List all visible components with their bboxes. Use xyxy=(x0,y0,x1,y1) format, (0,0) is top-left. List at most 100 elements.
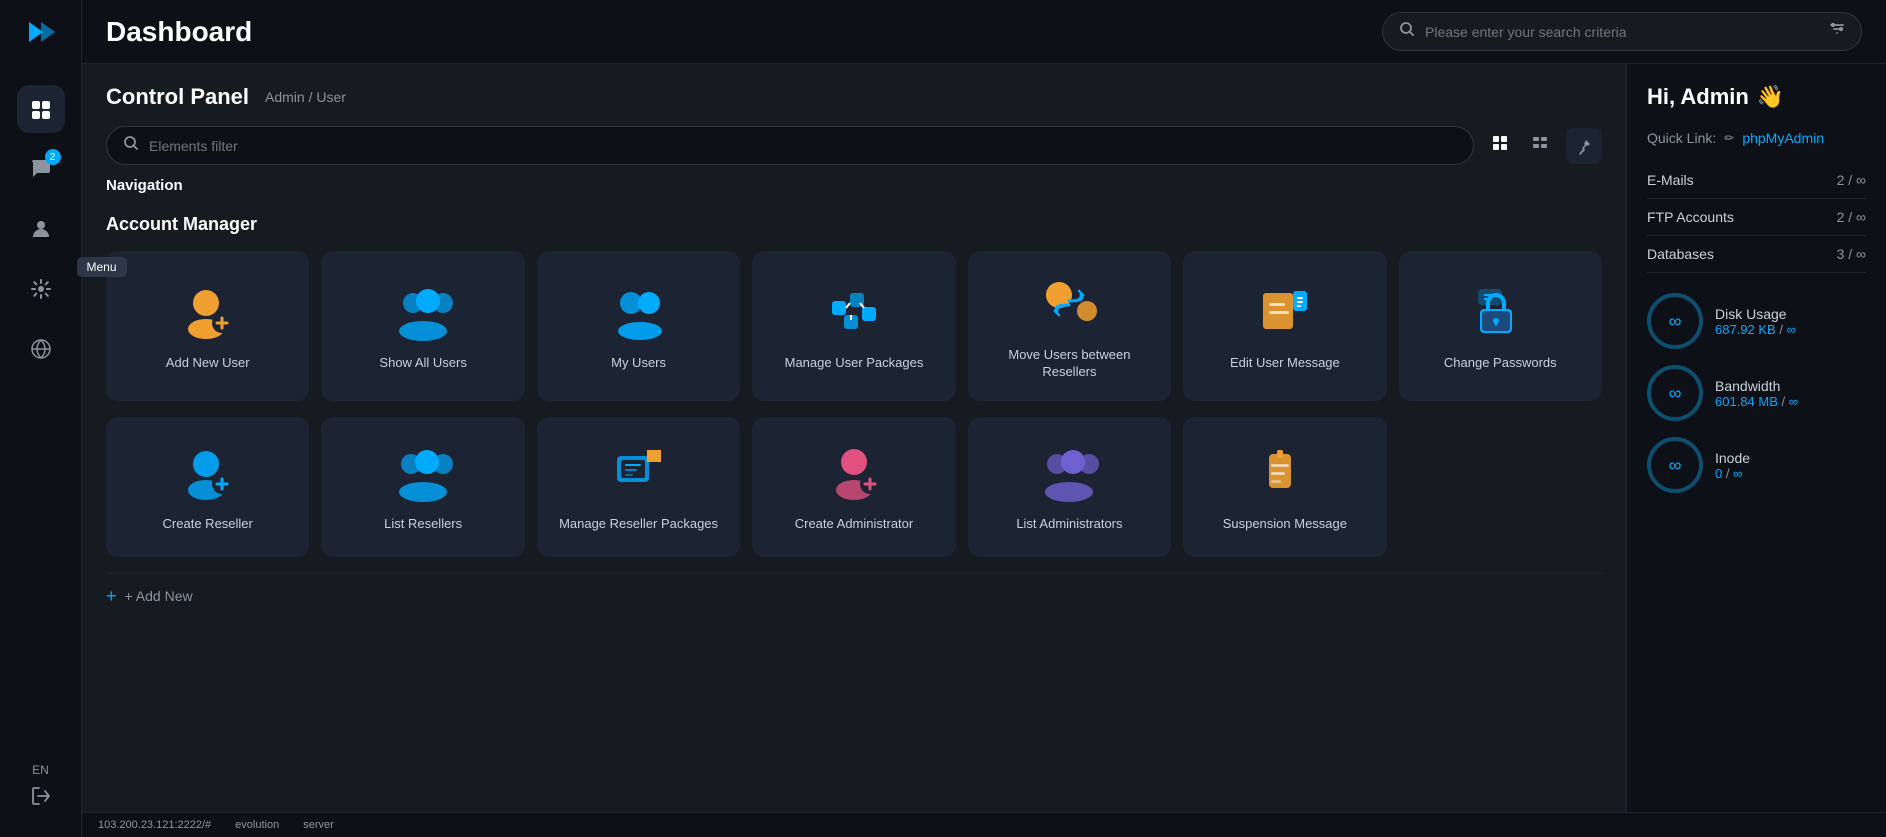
list-admins-icon xyxy=(1037,440,1101,504)
disk-title: Disk Usage xyxy=(1715,306,1866,322)
app-logo xyxy=(25,16,57,55)
gauge-row-bandwidth: Bandwidth 601.84 MB / ∞ xyxy=(1647,365,1866,421)
filter-search-icon xyxy=(123,135,139,156)
card-create-administrator[interactable]: Create Administrator xyxy=(752,417,955,557)
cards-grid-row2: Create Reseller List Resellers xyxy=(106,417,1602,557)
nav-row: Navigation xyxy=(106,177,1602,194)
card-manage-reseller-packages-label: Manage Reseller Packages xyxy=(559,516,718,533)
breadcrumb-user: User xyxy=(316,89,346,105)
list-resellers-icon xyxy=(391,440,455,504)
greeting-text: Hi, Admin xyxy=(1647,84,1749,110)
manage-packages-icon xyxy=(822,279,886,343)
card-show-all-users[interactable]: Show All Users xyxy=(321,251,524,401)
add-new-label: + Add New xyxy=(125,588,193,604)
greeting-emoji: 👋 xyxy=(1757,84,1784,110)
stat-databases-value: 3 / ∞ xyxy=(1837,246,1866,262)
right-panel: Hi, Admin 👋 Quick Link: ✏ phpMyAdmin E-M… xyxy=(1626,64,1886,812)
panel-title: Control Panel xyxy=(106,84,249,110)
inode-title: Inode xyxy=(1715,450,1866,466)
create-admin-icon xyxy=(822,440,886,504)
chat-badge: 2 xyxy=(45,149,61,165)
global-search-bar xyxy=(1382,12,1862,51)
move-users-icon xyxy=(1037,271,1101,335)
create-reseller-icon xyxy=(176,440,240,504)
sidebar-item-user[interactable] xyxy=(17,205,65,253)
disk-value: 687.92 KB / ∞ xyxy=(1715,322,1866,337)
card-manage-reseller-packages[interactable]: Manage Reseller Packages xyxy=(537,417,740,557)
account-manager-title: Account Manager xyxy=(106,214,1602,235)
card-suspension-message[interactable]: Suspension Message xyxy=(1183,417,1386,557)
sidebar-item-chat[interactable]: 2 xyxy=(17,145,65,193)
cards-grid-row1: Add New User Show All Users xyxy=(106,251,1602,401)
quick-link-row: Quick Link: ✏ phpMyAdmin xyxy=(1647,130,1866,146)
sidebar-logout-button[interactable] xyxy=(30,785,52,813)
inode-value: 0 / ∞ xyxy=(1715,466,1866,481)
card-change-passwords-label: Change Passwords xyxy=(1444,355,1557,372)
card-edit-user-message[interactable]: Edit User Message xyxy=(1183,251,1386,401)
empty-card-slot xyxy=(1399,417,1602,557)
main-area: Dashboard Control Panel xyxy=(82,0,1886,837)
card-show-all-users-label: Show All Users xyxy=(379,355,466,372)
pin-button[interactable] xyxy=(1566,128,1602,164)
inode-info: Inode 0 / ∞ xyxy=(1715,450,1866,481)
elements-filter-input[interactable] xyxy=(149,138,1457,154)
content-area: Control Panel Admin / User xyxy=(82,64,1886,812)
card-create-reseller-label: Create Reseller xyxy=(163,516,253,533)
breadcrumb-admin: Admin xyxy=(265,89,305,105)
quick-link-edit-button[interactable]: ✏ xyxy=(1724,131,1734,145)
edit-message-icon xyxy=(1253,279,1317,343)
panel-toolbar xyxy=(106,126,1602,165)
stat-row-emails: E-Mails 2 / ∞ xyxy=(1647,162,1866,199)
card-my-users-label: My Users xyxy=(611,355,666,372)
stat-ftp-value: 2 / ∞ xyxy=(1837,209,1866,225)
footer-ip: 103.200.23.121:2222/# xyxy=(98,819,211,831)
my-users-icon xyxy=(607,279,671,343)
card-change-passwords[interactable]: Change Passwords xyxy=(1399,251,1602,401)
bandwidth-value: 601.84 MB / ∞ xyxy=(1715,394,1866,409)
stat-row-ftp: FTP Accounts 2 / ∞ xyxy=(1647,199,1866,236)
greeting: Hi, Admin 👋 xyxy=(1647,84,1866,110)
stat-ftp-label: FTP Accounts xyxy=(1647,209,1734,225)
card-edit-user-message-label: Edit User Message xyxy=(1230,355,1340,372)
grid-view-button[interactable] xyxy=(1486,131,1514,160)
bandwidth-info: Bandwidth 601.84 MB / ∞ xyxy=(1715,378,1866,409)
elements-filter-bar xyxy=(106,126,1474,165)
card-list-administrators[interactable]: List Administrators xyxy=(968,417,1171,557)
card-manage-user-packages-label: Manage User Packages xyxy=(785,355,924,372)
footer-bar: 103.200.23.121:2222/# evolution server xyxy=(82,812,1886,837)
list-view-button[interactable] xyxy=(1526,131,1554,160)
disk-info: Disk Usage 687.92 KB / ∞ xyxy=(1715,306,1866,337)
suspension-message-icon xyxy=(1253,440,1317,504)
menu-tooltip: Menu xyxy=(77,257,127,277)
footer-server: server xyxy=(303,819,334,831)
global-search-input[interactable] xyxy=(1425,24,1819,40)
nav-navigation[interactable]: Navigation xyxy=(106,177,183,194)
sidebar-item-globe[interactable] xyxy=(17,325,65,373)
search-icon xyxy=(1399,21,1415,42)
card-list-administrators-label: List Administrators xyxy=(1016,516,1122,533)
add-user-icon xyxy=(176,279,240,343)
stat-emails-label: E-Mails xyxy=(1647,172,1694,188)
card-list-resellers-label: List Resellers xyxy=(384,516,462,533)
card-create-administrator-label: Create Administrator xyxy=(795,516,914,533)
card-my-users[interactable]: My Users xyxy=(537,251,740,401)
show-users-icon xyxy=(391,279,455,343)
footer-evolution: evolution xyxy=(235,819,279,831)
sidebar-item-menu[interactable]: Menu xyxy=(17,85,65,133)
gauge-row-disk: Disk Usage 687.92 KB / ∞ xyxy=(1647,293,1866,349)
add-new-bar[interactable]: + + Add New xyxy=(106,573,1602,619)
card-manage-user-packages[interactable]: Manage User Packages xyxy=(752,251,955,401)
card-move-users[interactable]: Move Users between Resellers xyxy=(968,251,1171,401)
bandwidth-title: Bandwidth xyxy=(1715,378,1866,394)
stat-row-databases: Databases 3 / ∞ xyxy=(1647,236,1866,273)
card-list-resellers[interactable]: List Resellers xyxy=(321,417,524,557)
sidebar-item-settings[interactable] xyxy=(17,265,65,313)
card-create-reseller[interactable]: Create Reseller xyxy=(106,417,309,557)
quick-link-url[interactable]: phpMyAdmin xyxy=(1742,130,1824,146)
card-move-users-label: Move Users between Resellers xyxy=(980,347,1159,381)
card-add-new-user-label: Add New User xyxy=(166,355,250,372)
filter-button[interactable] xyxy=(1829,21,1845,42)
add-new-icon: + xyxy=(106,586,117,607)
card-add-new-user[interactable]: Add New User xyxy=(106,251,309,401)
sidebar-lang: EN xyxy=(32,763,49,777)
